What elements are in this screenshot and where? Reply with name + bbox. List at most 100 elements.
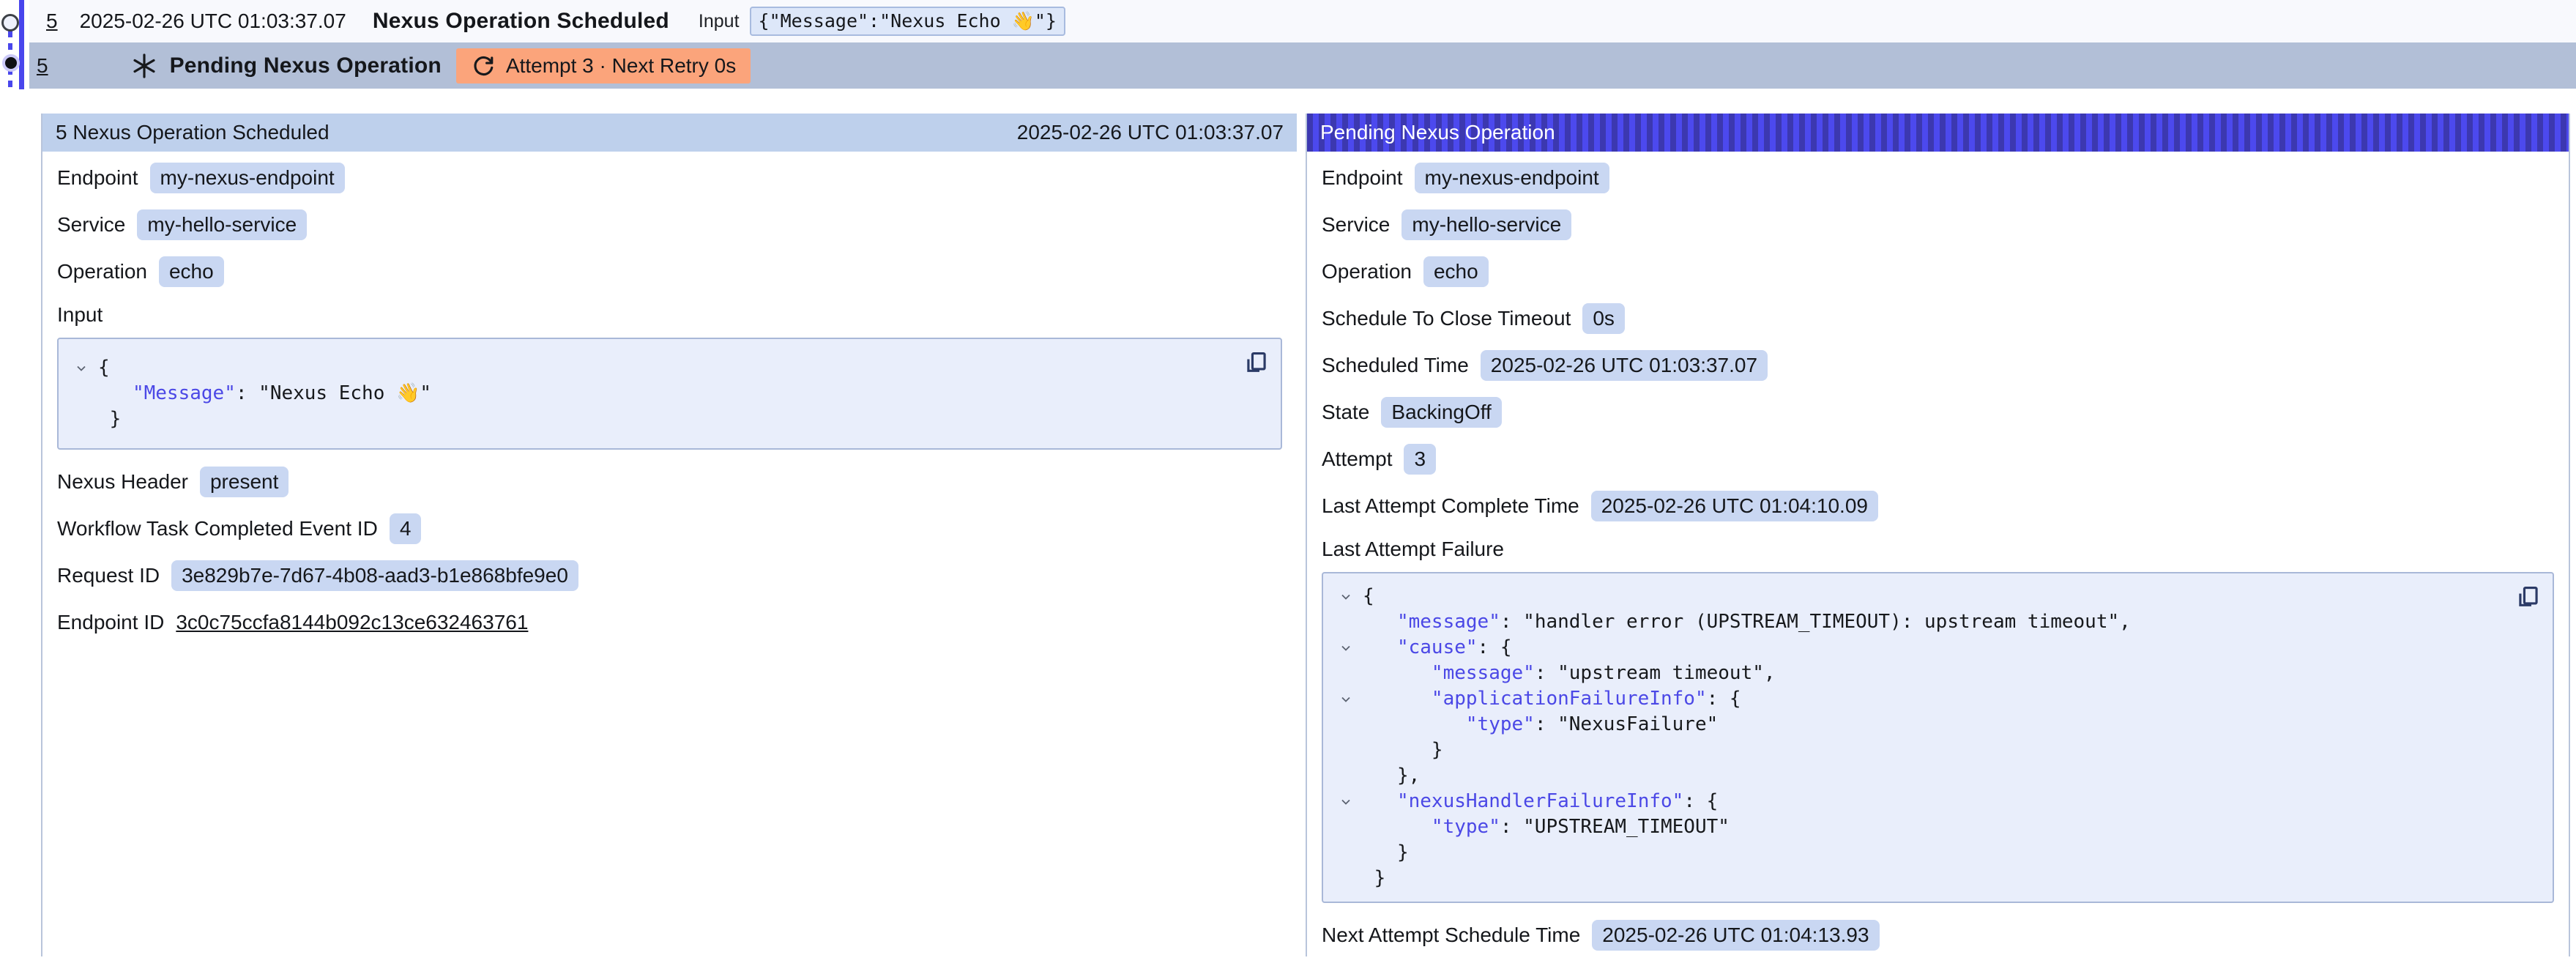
json-gutter xyxy=(1329,840,1363,866)
json-code: "nexusHandlerFailureInfo": { xyxy=(1363,789,1718,814)
field-label: Attempt xyxy=(1322,447,1392,471)
field-endpoint: Endpoint my-nexus-endpoint xyxy=(1322,162,2554,194)
json-code: "type": "NexusFailure" xyxy=(1363,712,1718,737)
event-detail-panels: 5 Nexus Operation Scheduled 2025-02-26 U… xyxy=(41,114,2570,956)
json-code: } xyxy=(1363,866,1385,891)
json-gutter xyxy=(1329,609,1363,635)
json-gutter xyxy=(1329,686,1363,712)
json-gutter xyxy=(1329,635,1363,661)
field-schedule-to-close-timeout: Schedule To Close Timeout0s xyxy=(1322,302,2554,335)
json-line: "applicationFailureInfo": { xyxy=(1329,686,2538,712)
field-label: Request ID xyxy=(57,564,160,587)
json-code: { xyxy=(1363,584,1374,609)
field-label: Endpoint xyxy=(1322,166,1403,190)
field-value-chip: BackingOff xyxy=(1381,397,1501,428)
input-section-label: Input xyxy=(57,302,1282,327)
scheduled-event-panel: 5 Nexus Operation Scheduled 2025-02-26 U… xyxy=(41,114,1297,956)
json-code: "message": "upstream timeout", xyxy=(1363,661,1776,686)
failure-json-viewer: { "message": "handler error (UPSTREAM_TI… xyxy=(1322,572,2554,903)
collapse-chevron-icon[interactable] xyxy=(1339,590,1353,604)
collapse-chevron-icon[interactable] xyxy=(74,361,89,376)
field-service: Service my-hello-service xyxy=(1322,209,2554,241)
field-value-chip: 2025-02-26 UTC 01:04:13.93 xyxy=(1592,920,1879,951)
event-id-link[interactable]: 5 xyxy=(37,54,48,78)
collapse-chevron-icon[interactable] xyxy=(1339,692,1353,707)
field-label: Operation xyxy=(57,260,147,283)
pending-panel-title: Pending Nexus Operation xyxy=(1320,121,1555,144)
collapse-chevron-icon[interactable] xyxy=(1339,795,1353,809)
json-code: "applicationFailureInfo": { xyxy=(1363,686,1741,712)
field-attempt: Attempt 3 xyxy=(1322,443,2554,475)
scheduled-panel-header: 5 Nexus Operation Scheduled 2025-02-26 U… xyxy=(42,114,1297,152)
scheduled-panel-timestamp: 2025-02-26 UTC 01:03:37.07 xyxy=(1017,121,1284,144)
history-row-scheduled[interactable]: 5 2025-02-26 UTC 01:03:37.07 Nexus Opera… xyxy=(29,0,2576,42)
json-gutter xyxy=(1329,737,1363,763)
field-value-chip: my-hello-service xyxy=(137,209,307,240)
json-line: }, xyxy=(1329,763,2538,789)
json-line: "cause": { xyxy=(1329,635,2538,661)
json-line: "Message": "Nexus Echo 👋" xyxy=(64,381,1266,406)
pending-asterisk-icon xyxy=(130,52,158,80)
json-gutter xyxy=(1329,763,1363,789)
field-service: Service my-hello-service xyxy=(57,209,1282,241)
json-line: "type": "UPSTREAM_TIMEOUT" xyxy=(1329,814,2538,840)
json-gutter xyxy=(1329,584,1363,609)
field-request-id: Request ID3e829b7e-7d67-4b08-aad3-b1e868… xyxy=(57,560,1282,592)
field-scheduled-time: Scheduled Time 2025-02-26 UTC 01:03:37.07 xyxy=(1322,349,2554,382)
input-json-viewer: { "Message": "Nexus Echo 👋" } xyxy=(57,338,1282,450)
field-operation: Operation echo xyxy=(57,256,1282,288)
field-value-chip: present xyxy=(200,467,289,497)
field-value-chip: 4 xyxy=(390,513,422,544)
endpoint-id-link[interactable]: 3c0c75ccfa8144b092c13ce632463761 xyxy=(176,611,528,634)
field-label: Scheduled Time xyxy=(1322,354,1469,377)
json-gutter xyxy=(64,355,98,381)
json-code: { xyxy=(98,355,110,381)
json-line: } xyxy=(1329,840,2538,866)
copy-button[interactable] xyxy=(1241,348,1272,379)
json-line: { xyxy=(1329,584,2538,609)
field-operation: Operationecho xyxy=(1322,256,2554,288)
field-label: Next Attempt Schedule Time xyxy=(1322,924,1580,947)
event-id-link[interactable]: 5 xyxy=(46,10,58,33)
json-line: } xyxy=(1329,737,2538,763)
field-nexus-header: Nexus Header present xyxy=(57,466,1282,498)
field-value-chip: echo xyxy=(1423,256,1489,287)
input-preview-chip: {"Message":"Nexus Echo 👋"} xyxy=(750,7,1065,36)
event-title: Nexus Operation Scheduled xyxy=(373,9,669,34)
field-next-attempt-schedule-time: Next Attempt Schedule Time 2025-02-26 UTC… xyxy=(1322,919,2554,951)
field-label: Service xyxy=(57,213,125,237)
json-line: } xyxy=(1329,866,2538,891)
field-value-chip: my-hello-service xyxy=(1401,209,1571,240)
copy-button[interactable] xyxy=(2513,582,2544,613)
field-state: StateBackingOff xyxy=(1322,396,2554,428)
field-value-chip: 2025-02-26 UTC 01:03:37.07 xyxy=(1481,350,1768,381)
history-row-pending[interactable]: 5 Pending Nexus Operation Attempt 3 · Ne… xyxy=(29,42,2576,89)
scheduled-panel-title: 5 Nexus Operation Scheduled xyxy=(56,121,330,144)
timeline-filled-dot-icon xyxy=(2,54,20,72)
json-code: } xyxy=(1363,840,1409,866)
json-gutter xyxy=(1329,661,1363,686)
json-line: "message": "handler error (UPSTREAM_TIME… xyxy=(1329,609,2538,635)
json-gutter xyxy=(1329,712,1363,737)
collapse-chevron-icon[interactable] xyxy=(1339,641,1353,655)
timeline-open-dot-icon xyxy=(1,14,19,31)
field-label: Service xyxy=(1322,213,1390,237)
timeline-active-bar xyxy=(19,0,24,89)
json-gutter xyxy=(1329,866,1363,891)
field-value-chip: 3 xyxy=(1404,444,1436,475)
json-gutter xyxy=(64,406,98,432)
field-label: Nexus Header xyxy=(57,470,188,494)
field-value-chip: my-nexus-endpoint xyxy=(1415,163,1609,193)
json-gutter xyxy=(1329,789,1363,814)
field-value-chip: 0s xyxy=(1582,303,1625,334)
field-last-attempt-complete-time: Last Attempt Complete Time2025-02-26 UTC… xyxy=(1322,490,2554,522)
json-code: "Message": "Nexus Echo 👋" xyxy=(98,381,431,406)
field-value-chip: 2025-02-26 UTC 01:04:10.09 xyxy=(1591,491,1878,521)
failure-section-label: Last Attempt Failure xyxy=(1322,537,2554,562)
field-label: Endpoint xyxy=(57,166,138,190)
json-code: }, xyxy=(1363,763,1420,789)
json-line: } xyxy=(64,406,1266,432)
json-code: } xyxy=(98,406,121,432)
field-value-chip: echo xyxy=(159,256,224,287)
json-code: } xyxy=(1363,737,1443,763)
